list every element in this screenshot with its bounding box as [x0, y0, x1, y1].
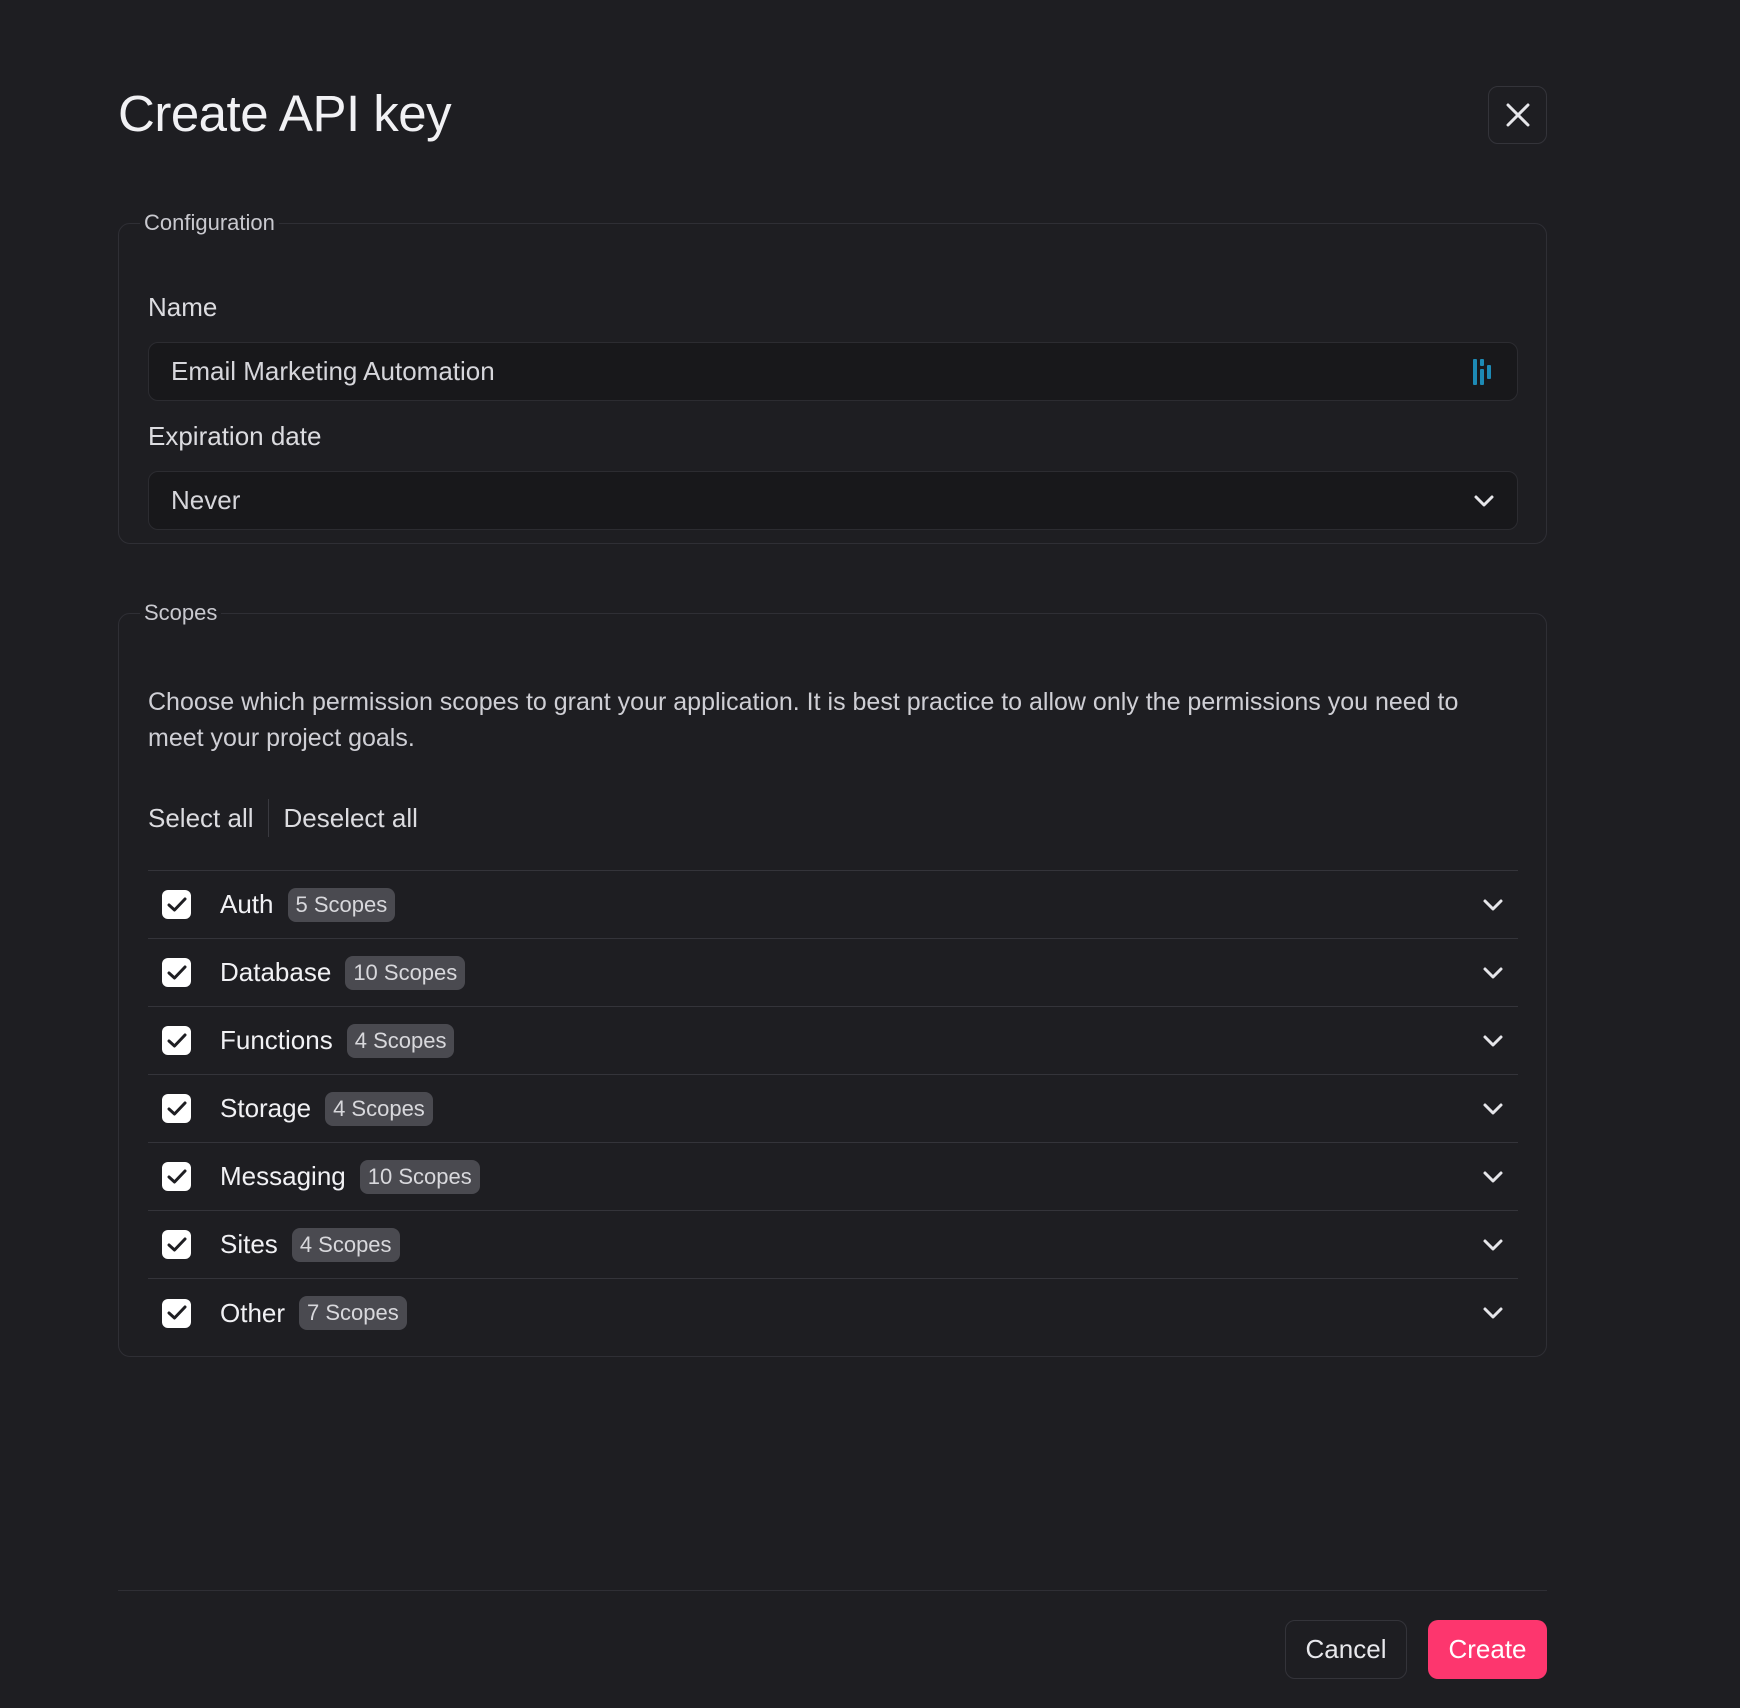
name-input-value: Email Marketing Automation [171, 356, 495, 386]
expand-button[interactable] [1482, 1034, 1504, 1048]
scope-checkbox-storage[interactable] [162, 1094, 191, 1123]
chevron-down-icon [1483, 1307, 1503, 1319]
scope-count-badge: 10 Scopes [359, 1159, 480, 1194]
scope-list: Auth 5 Scopes Database 10 Scopes Functio… [148, 870, 1518, 1347]
footer-divider [118, 1590, 1547, 1591]
scope-label: Functions [220, 1025, 333, 1055]
configuration-legend: Configuration [144, 210, 275, 235]
checkmark-icon [167, 965, 186, 979]
expand-button[interactable] [1482, 1238, 1504, 1252]
chevron-down-icon [1483, 1035, 1503, 1046]
configuration-section: Configuration Name Email Marketing Autom… [118, 210, 1547, 544]
expand-button[interactable] [1482, 1170, 1504, 1184]
scope-label: Sites [220, 1229, 278, 1259]
divider [267, 799, 269, 837]
expand-button[interactable] [1482, 898, 1504, 912]
create-button[interactable]: Create [1428, 1620, 1547, 1679]
expiration-select-value: Never [171, 485, 241, 515]
scope-row-database[interactable]: Database 10 Scopes [148, 939, 1518, 1007]
scope-label: Messaging [220, 1161, 346, 1191]
scope-checkbox-other[interactable] [162, 1298, 191, 1328]
scope-checkbox-auth[interactable] [162, 890, 191, 919]
expiration-select[interactable]: Never [148, 471, 1518, 530]
checkmark-icon [167, 1033, 186, 1047]
page-title: Create API key [118, 85, 452, 142]
chevron-down-icon [1483, 1239, 1503, 1250]
scope-label: Storage [220, 1093, 312, 1123]
scope-row-messaging[interactable]: Messaging 10 Scopes [148, 1143, 1518, 1211]
scope-row-sites[interactable]: Sites 4 Scopes [148, 1211, 1518, 1279]
select-all-button[interactable]: Select all [148, 803, 254, 834]
scope-row-other[interactable]: Other 7 Scopes [148, 1279, 1518, 1347]
checkmark-icon [167, 1305, 186, 1320]
scope-checkbox-functions[interactable] [162, 1026, 191, 1055]
scope-label: Auth [220, 889, 274, 919]
close-icon [1506, 103, 1529, 127]
scope-count-badge: 4 Scopes [291, 1227, 400, 1262]
checkmark-icon [167, 1237, 186, 1251]
expiration-label: Expiration date [148, 421, 322, 451]
scope-row-auth[interactable]: Auth 5 Scopes [148, 871, 1518, 939]
selection-controls: Select all Deselect all [148, 796, 418, 840]
scope-count-badge: 7 Scopes [299, 1296, 407, 1330]
scope-count-badge: 4 Scopes [325, 1091, 433, 1126]
chevron-down-icon [1483, 1171, 1503, 1182]
expand-button[interactable] [1482, 1102, 1504, 1116]
checkmark-icon [167, 897, 186, 911]
chevron-down-icon [1483, 967, 1503, 978]
scope-checkbox-database[interactable] [162, 958, 191, 987]
scope-checkbox-sites[interactable] [162, 1230, 191, 1259]
scope-count-badge: 10 Scopes [345, 955, 466, 990]
scope-label: Database [220, 957, 332, 987]
name-label: Name [148, 292, 218, 322]
password-manager-icon[interactable] [1471, 357, 1495, 387]
scope-label: Other [220, 1297, 286, 1328]
create-api-key-dialog: Create API key Configuration Name Email … [0, 0, 1740, 1708]
name-input[interactable]: Email Marketing Automation [148, 342, 1518, 401]
expand-button[interactable] [1482, 966, 1504, 980]
scopes-legend: Scopes [144, 600, 218, 625]
scopes-section: Scopes Choose which permission scopes to… [118, 600, 1547, 1357]
checkmark-icon [167, 1169, 186, 1183]
close-button[interactable] [1488, 86, 1547, 144]
expand-button[interactable] [1482, 1306, 1504, 1320]
scope-checkbox-messaging[interactable] [162, 1162, 191, 1191]
chevron-down-icon [1483, 899, 1503, 910]
chevron-down-icon [1483, 1103, 1503, 1114]
scope-count-badge: 4 Scopes [346, 1023, 455, 1058]
cancel-button[interactable]: Cancel [1285, 1620, 1407, 1679]
chevron-down-icon [1474, 495, 1494, 506]
scopes-description: Choose which permission scopes to grant … [148, 688, 1459, 752]
scope-row-functions[interactable]: Functions 4 Scopes [148, 1007, 1518, 1075]
checkmark-icon [167, 1101, 186, 1115]
scope-count-badge: 5 Scopes [287, 887, 396, 922]
deselect-all-button[interactable]: Deselect all [284, 803, 418, 834]
scope-row-storage[interactable]: Storage 4 Scopes [148, 1075, 1518, 1143]
